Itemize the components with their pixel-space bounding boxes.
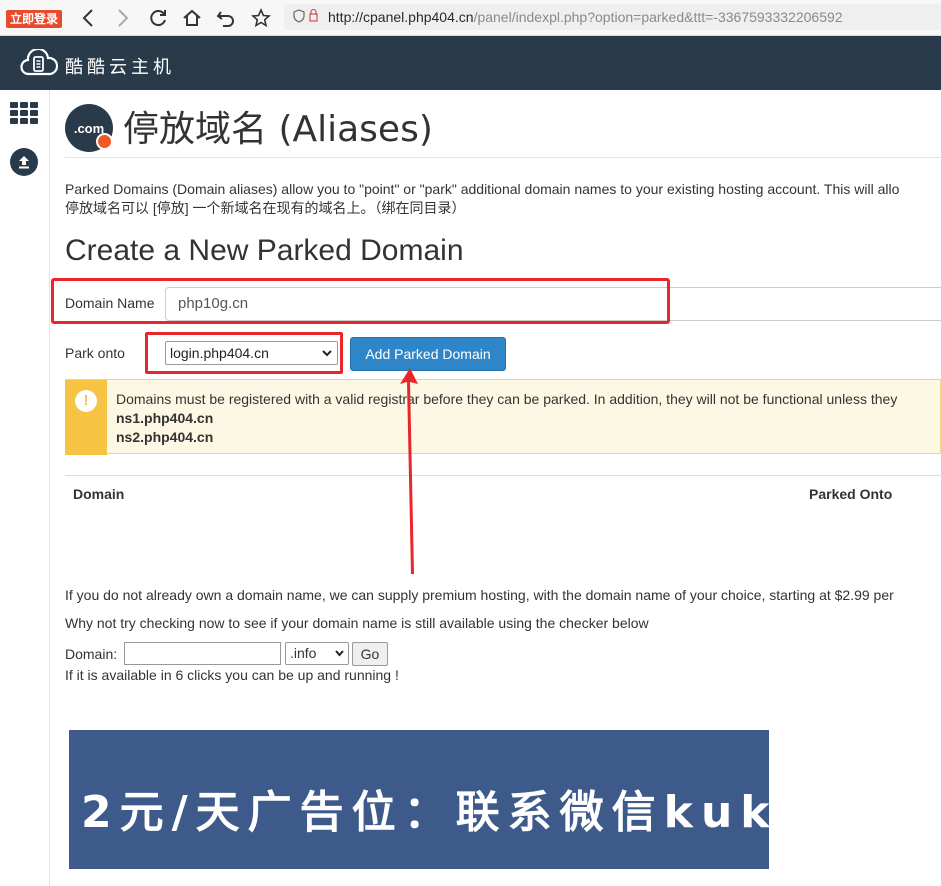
promo-line-1: If you do not already own a domain name,… xyxy=(65,587,894,603)
nameserver-2: ns2.php404.cn xyxy=(116,429,214,445)
undo-icon[interactable] xyxy=(214,6,238,30)
alert-bar: ! xyxy=(65,380,107,455)
ad-banner[interactable]: 2元/天广告位：联系微信kukuboke xyxy=(69,730,941,869)
description-cn: 停放域名可以 [停放] 一个新域名在现有的域名上。（绑在同目录） xyxy=(65,200,466,216)
page-description: Parked Domains (Domain aliases) allow yo… xyxy=(65,180,899,218)
red-arrow-annotation xyxy=(400,368,418,574)
tld-value: .info xyxy=(290,645,317,661)
promo-line-2: Why not try checking now to see if your … xyxy=(65,615,649,631)
domain-check-label: Domain: xyxy=(65,646,118,662)
brand-name[interactable]: 酷酷云主机 xyxy=(65,53,175,79)
url-text: http://cpanel.php404.cn/panel/indexpl.ph… xyxy=(328,9,843,25)
back-icon[interactable] xyxy=(76,6,100,30)
star-icon[interactable] xyxy=(249,6,273,30)
shield-icon xyxy=(292,9,320,26)
description-en: Parked Domains (Domain aliases) allow yo… xyxy=(65,181,900,197)
go-button[interactable]: Go xyxy=(352,642,388,666)
column-header-domain[interactable]: Domain xyxy=(73,486,124,502)
login-badge[interactable]: 立即登录 xyxy=(6,10,62,28)
warning-alert: ! Domains must be registered with a vali… xyxy=(65,379,941,455)
section-title: Create a New Parked Domain xyxy=(65,234,464,267)
alert-message: Domains must be registered with a valid … xyxy=(116,391,898,407)
apps-grid-icon[interactable] xyxy=(10,102,38,124)
promo-line-3: If it is available in 6 clicks you can b… xyxy=(65,667,399,683)
divider xyxy=(65,157,941,158)
sidebar xyxy=(0,90,50,886)
cloud-logo-icon xyxy=(20,49,58,76)
home-icon[interactable] xyxy=(180,6,204,30)
domain-check-input[interactable] xyxy=(124,642,281,665)
highlight-box-park xyxy=(145,332,343,374)
address-bar[interactable]: http://cpanel.php404.cn/panel/indexpl.ph… xyxy=(284,4,941,30)
park-onto-label: Park onto xyxy=(65,345,125,361)
column-header-parked-onto[interactable]: Parked Onto xyxy=(809,486,892,502)
highlight-box-domain xyxy=(51,278,670,324)
app-header: 酷酷云主机 xyxy=(0,36,941,90)
domain-badge-icon xyxy=(96,133,113,150)
browser-toolbar: 立即登录 http://cpanel.php404.cn/panel/index… xyxy=(0,0,941,36)
warning-icon: ! xyxy=(75,390,97,412)
nameserver-1: ns1.php404.cn xyxy=(116,410,214,426)
table-divider xyxy=(65,475,941,476)
add-parked-domain-button[interactable]: Add Parked Domain xyxy=(350,337,506,371)
upload-icon[interactable] xyxy=(10,148,38,176)
reload-icon[interactable] xyxy=(146,6,170,30)
chevron-down-icon xyxy=(334,646,345,668)
tld-select[interactable]: .info xyxy=(285,642,349,665)
alert-text: Domains must be registered with a valid … xyxy=(116,390,897,447)
forward-icon[interactable] xyxy=(111,6,135,30)
ad-text: 2元/天广告位：联系微信kukuboke xyxy=(81,787,941,838)
page-title: 停放域名 (Aliases) xyxy=(123,109,433,150)
